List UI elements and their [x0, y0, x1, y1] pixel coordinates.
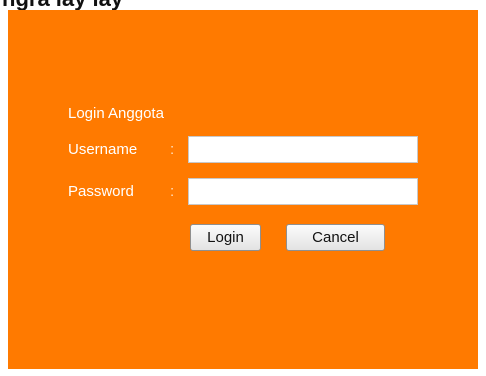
cancel-button[interactable]: Cancel	[286, 224, 385, 251]
password-label: Password	[68, 183, 134, 200]
password-separator: :	[170, 183, 175, 200]
username-label: Username	[68, 141, 138, 158]
cropped-heading-text: ngra lay lay	[2, 0, 123, 10]
login-button[interactable]: Login	[190, 224, 261, 251]
username-input[interactable]	[188, 136, 418, 163]
login-panel: Login Anggota Username : Password : Logi…	[8, 10, 478, 369]
username-separator: :	[170, 141, 175, 158]
top-cropped-heading: ngra lay lay	[0, 0, 486, 10]
form-title: Login Anggota	[68, 105, 164, 122]
password-input[interactable]	[188, 178, 418, 205]
